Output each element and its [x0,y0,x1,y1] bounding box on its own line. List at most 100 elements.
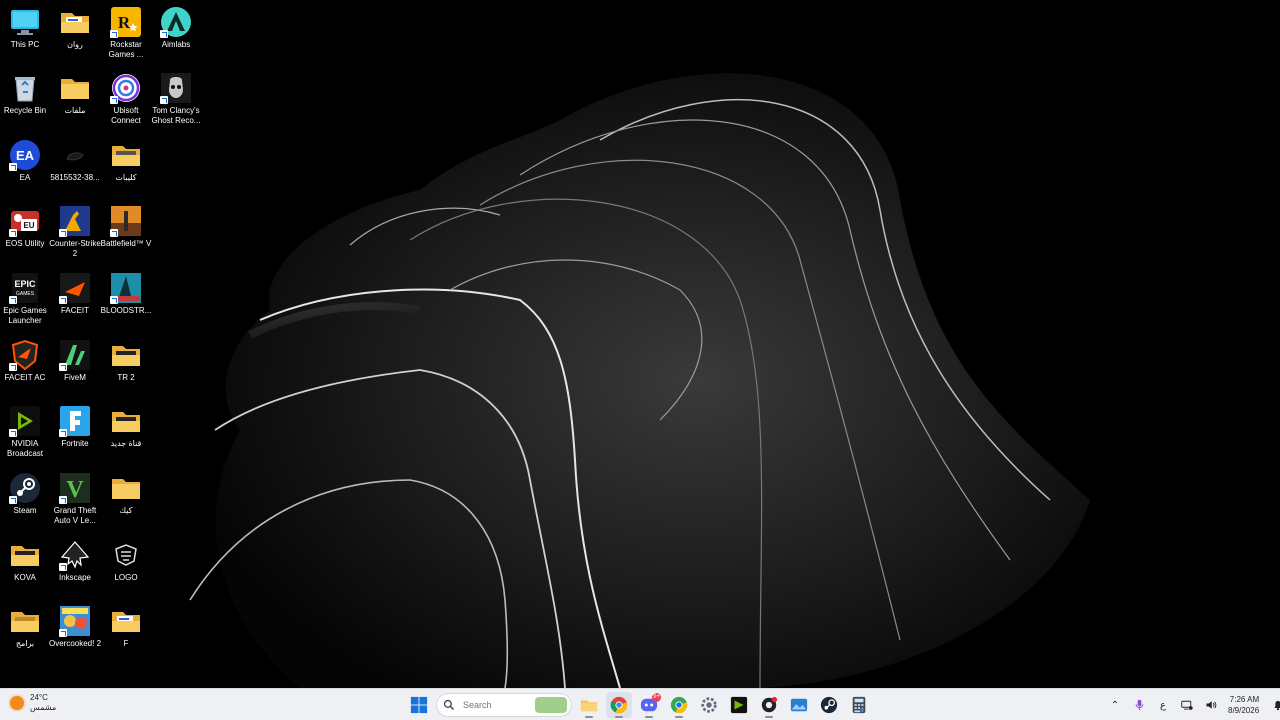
desktop-icon-inkscape[interactable]: Inkscape [50,539,100,583]
desktop-icon-label: قناة جديد [110,439,142,448]
desktop-icon-faceit[interactable]: FACEIT [50,272,100,316]
fivem-icon [59,339,91,371]
desktop-icon-label: BLOODSTR... [100,306,152,315]
desktop-icon-f-folder[interactable]: F [101,605,151,649]
shortcut-arrow-icon [110,296,118,304]
desktop-icon-fortnite[interactable]: Fortnite [50,405,100,449]
desktop-icon-overcooked[interactable]: Overcooked! 2 [48,605,102,649]
desktop-icon-gta-v[interactable]: V Grand Theft Auto V Le... [50,472,100,526]
weather-widget[interactable]: 24°C مشمس [10,693,56,713]
ubisoft-icon [110,72,142,104]
desktop-icon-label: This PC [10,40,40,49]
desktop-icon-label: كليبات [115,173,137,182]
f-folder-icon [110,605,142,637]
chrome-button[interactable] [606,692,632,718]
shortcut-arrow-icon [59,229,67,237]
desktop-icon-eos-utility[interactable]: EU EOS Utility [0,205,50,249]
desktop-icon-label: Fortnite [61,439,89,448]
baramej-icon [9,605,41,637]
desktop-icon-epic-games[interactable]: EPIC GAMES Epic Games Launcher [0,272,50,326]
desktop-icon-ubisoft[interactable]: Ubisoft Connect [101,72,151,126]
desktop-icon-label: 5815532-38... [50,173,100,182]
faceit-ac-icon [9,339,41,371]
volume-button[interactable] [1202,692,1220,718]
this-pc-icon [9,6,41,38]
desktop-icon-malafat[interactable]: ملفات [50,72,100,116]
desktop-icon-ghost-recon[interactable]: Tom Clancy's Ghost Reco... [151,72,201,126]
desktop-icon-rockstar[interactable]: R Rockstar Games ... [101,6,151,60]
desktop-icon-nvidia-broadcast[interactable]: NVIDIA Broadcast [0,405,50,459]
desktop-icon-label: Steam [13,506,37,515]
kolibat-icon [110,139,142,171]
desktop-icon-label: برامج [15,639,35,648]
steam-icon [820,696,838,714]
desktop-icon-label: FACEIT AC [4,373,46,382]
microphone-button[interactable] [1130,692,1148,718]
desktop-icon-label: TR 2 [117,373,135,382]
photos-button[interactable] [786,692,812,718]
svg-text:R: R [118,13,131,32]
desktop-icon-counter-strike[interactable]: Counter-Strike 2 [49,205,101,259]
sun-icon [10,696,24,710]
clock[interactable]: 7:26 AM 8/9/2026 [1228,694,1259,716]
steam-button[interactable] [816,692,842,718]
desktop-icon-label: Tom Clancy's Ghost Reco... [151,106,201,125]
desktop-icon-kik[interactable]: كيك [101,472,151,516]
ghost-recon-icon [160,72,192,104]
search-input[interactable] [461,699,545,711]
desktop-icon-label: Counter-Strike 2 [49,239,101,258]
obs-button[interactable] [756,692,782,718]
desktop-icon-recycle-bin[interactable]: Recycle Bin [0,72,50,116]
desktop-icon-aimlabs[interactable]: Aimlabs [151,6,201,50]
windows-icon [410,696,428,714]
folder-icon [580,700,598,712]
desktop-icon-battlefield[interactable]: Battlefield™ V [101,205,151,249]
notifications-button[interactable] [1269,692,1280,718]
system-tray: ⌃ ع 7:26 AM 8/9/2026 [1106,692,1280,718]
desktop-icon-img-5815532[interactable]: 5815532-38... [50,139,100,183]
desktop-icon-baramej[interactable]: برامج [0,605,50,649]
desktop-icon-label: Overcooked! 2 [48,639,102,648]
nvidia-icon [730,696,748,714]
desktop-icon-ea[interactable]: EA EA [0,139,50,183]
desktop-icon-rawan[interactable]: روان [50,6,100,50]
shortcut-arrow-icon [9,363,17,371]
logo-icon [110,539,142,571]
chrome-profile-button[interactable] [666,692,692,718]
taskbar-apps: 9+ [406,692,872,718]
show-hidden-icons-button[interactable]: ⌃ [1106,692,1124,718]
taskbar-search[interactable] [436,693,572,717]
discord-button[interactable]: 9+ [636,692,662,718]
chevron-up-icon: ⌃ [1110,699,1120,711]
shortcut-arrow-icon [9,496,17,504]
calculator-button[interactable] [846,692,872,718]
desktop-icon-faceit-ac[interactable]: FACEIT AC [0,339,50,383]
desktop-icon-label: F [123,639,129,648]
gear-icon [701,697,717,713]
desktop-icon-logo[interactable]: LOGO [101,539,151,583]
desktop-icon-steam[interactable]: Steam [0,472,50,516]
shortcut-arrow-icon [160,96,168,104]
desktop-icon-kova[interactable]: KOVA [0,539,50,583]
file-explorer-button[interactable] [576,692,602,718]
photos-icon [790,698,808,712]
desktop-icon-kolibat[interactable]: كليبات [101,139,151,183]
start-button[interactable] [406,692,432,718]
tr2-icon [110,339,142,371]
speaker-icon [1206,701,1217,709]
settings-button[interactable] [696,692,722,718]
desktop-icon-label: Ubisoft Connect [111,106,141,125]
desktop-icon-qanat-jadid[interactable]: قناة جديد [101,405,151,449]
overcooked-icon [59,605,91,637]
network-button[interactable] [1178,692,1196,718]
desktop-icon-bloodstrike[interactable]: BLOODSTR... [101,272,151,316]
shortcut-arrow-icon [110,96,118,104]
nvidia-button[interactable] [726,692,752,718]
shortcut-arrow-icon [9,429,17,437]
desktop-icon-this-pc[interactable]: This PC [0,6,50,50]
faceit-icon [59,272,91,304]
desktop-icon-fivem[interactable]: FiveM [50,339,100,383]
language-indicator[interactable]: ع [1154,692,1172,718]
desktop-icon-tr2[interactable]: TR 2 [101,339,151,383]
desktop-icon-label: Inkscape [58,573,92,582]
